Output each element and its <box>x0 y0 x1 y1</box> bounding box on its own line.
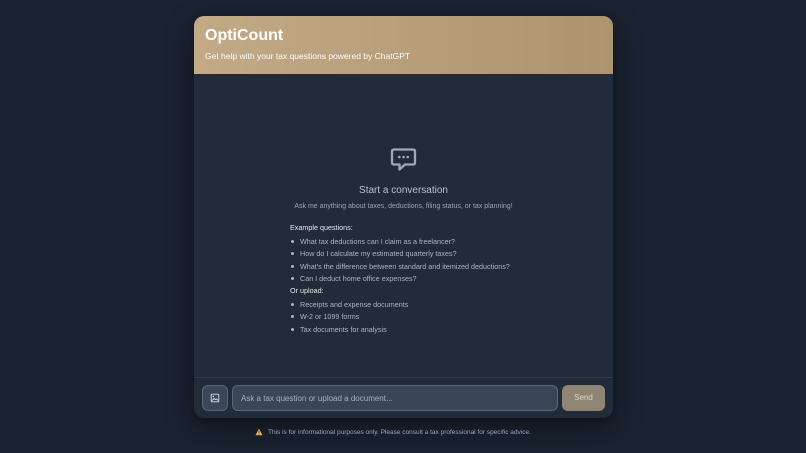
example-question-item: What's the difference between standard a… <box>290 262 540 270</box>
upload-examples-heading: Or upload: <box>290 286 324 296</box>
message-input[interactable] <box>232 385 558 411</box>
app-title: OptiCount <box>205 27 284 44</box>
upload-example-item: Receipts and expense documents <box>290 301 540 308</box>
example-question-item: How do I calculate my estimated quarterl… <box>290 250 540 258</box>
example-questions-heading: Example questions: <box>290 223 353 232</box>
upload-example-item: Tax documents for analysis <box>290 325 540 333</box>
conversation-area: Start a conversation Ask me anything abo… <box>194 74 613 377</box>
upload-examples-list: Receipts and expense documents W-2 or 10… <box>290 301 540 333</box>
send-button[interactable]: Send <box>562 385 605 411</box>
app-header: OptiCount Get help with your tax questio… <box>194 16 613 74</box>
image-upload-icon <box>210 393 220 403</box>
example-questions-list: What tax deductions can I claim as a fre… <box>290 238 540 282</box>
prompt-examples: Example questions: What tax deductions c… <box>290 224 540 338</box>
empty-state-subtitle: Ask me anything about taxes, deductions,… <box>294 203 513 210</box>
disclaimer: This is for informational purposes only.… <box>255 427 531 437</box>
disclaimer-text: This is for informational purposes only.… <box>268 428 531 436</box>
empty-state-title: Start a conversation <box>359 185 448 196</box>
app-subtitle: Get help with your tax questions powered… <box>205 51 411 61</box>
upload-example-item: W-2 or 1099 forms <box>290 313 540 321</box>
chat-app-card: OptiCount Get help with your tax questio… <box>194 16 613 418</box>
example-question-item: Can I deduct home office expenses? <box>290 275 540 282</box>
upload-document-button[interactable] <box>202 385 228 411</box>
example-question-item: What tax deductions can I claim as a fre… <box>290 238 540 245</box>
message-composer: Send <box>194 378 613 418</box>
warning-icon <box>255 428 263 436</box>
chat-bubble-icon <box>390 148 417 171</box>
